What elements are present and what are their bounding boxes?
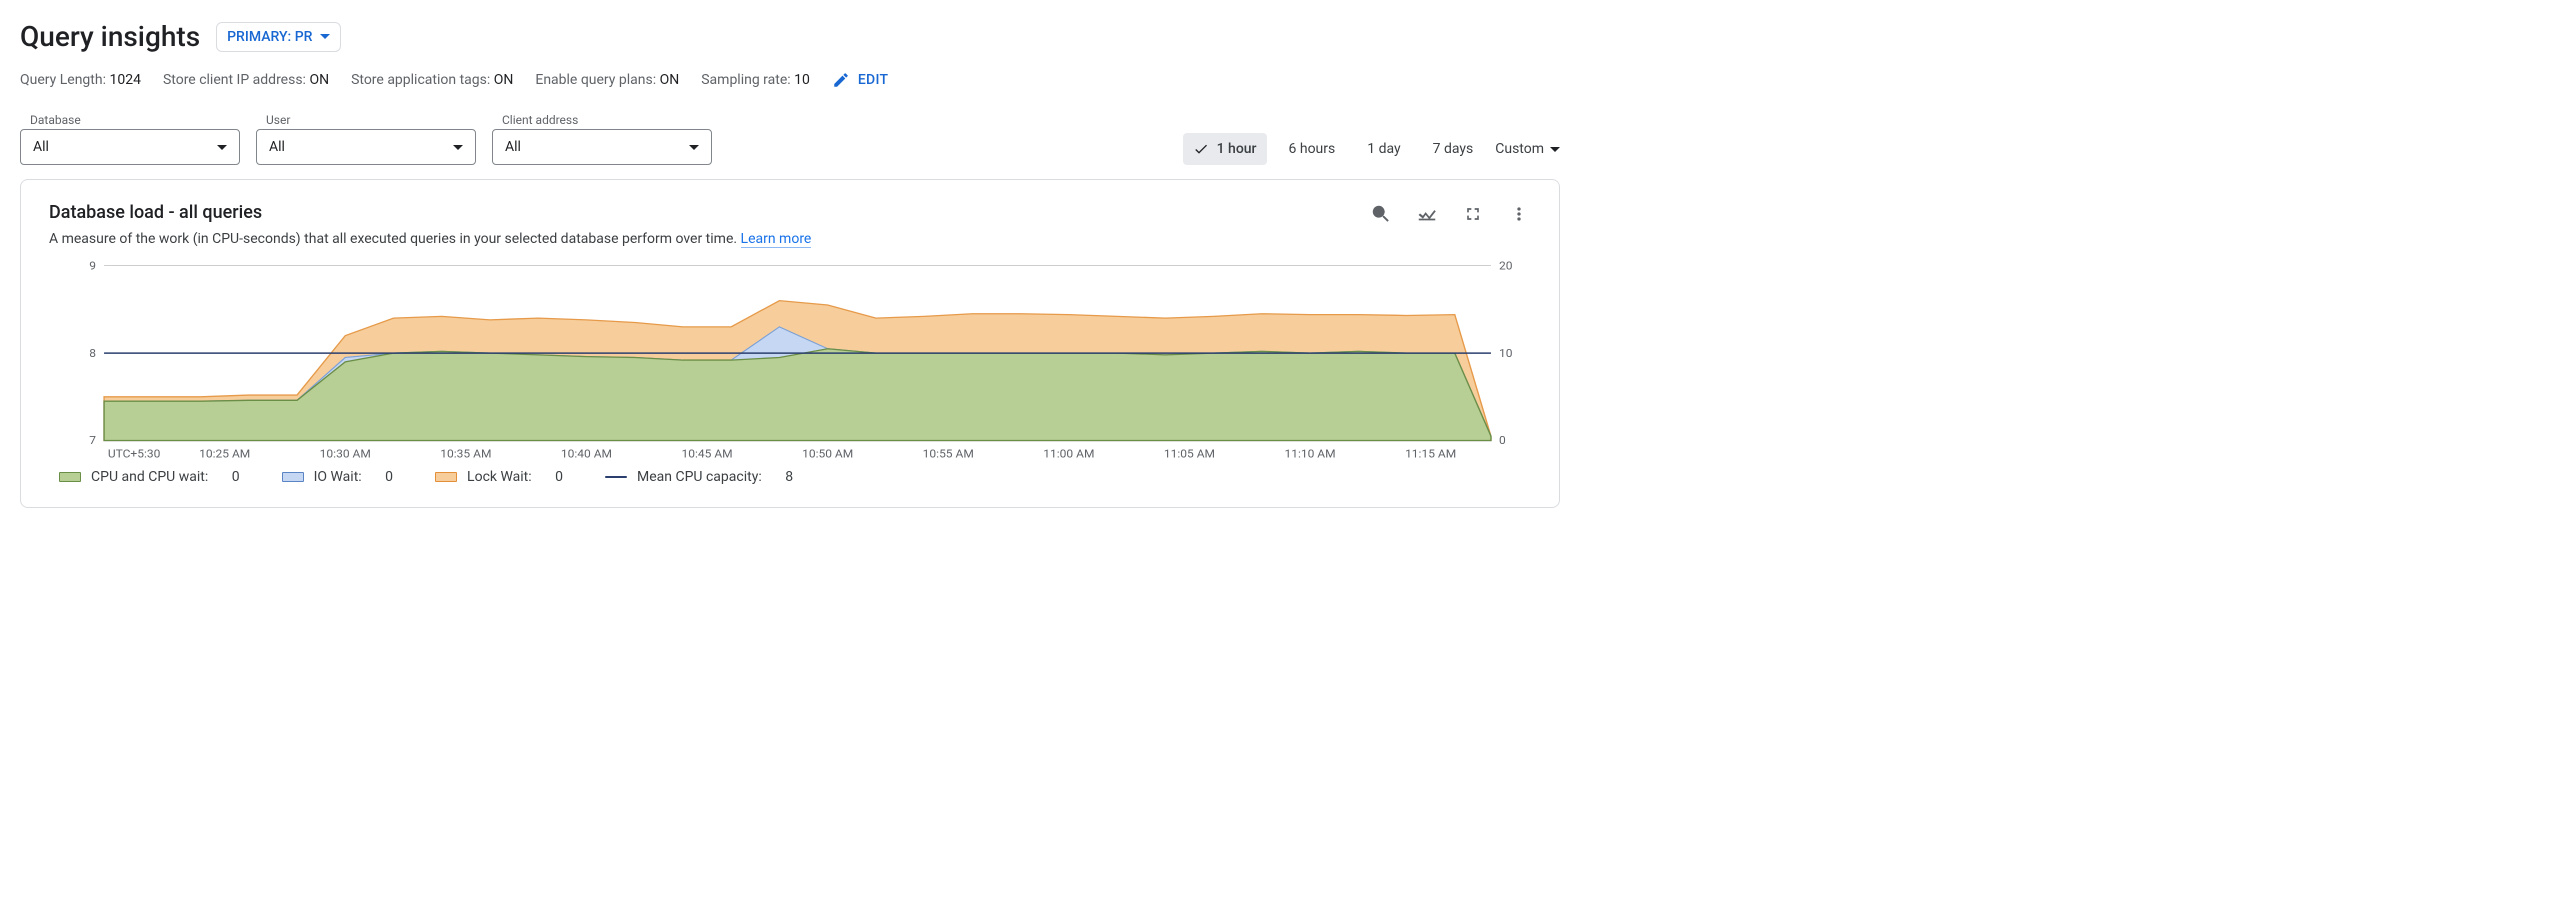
edit-button[interactable]: EDIT: [832, 71, 888, 89]
user-filter-label: User: [256, 113, 476, 127]
legend-icon: [1416, 203, 1438, 225]
time-range-1day[interactable]: 1 day: [1357, 133, 1410, 165]
chevron-down-icon: [217, 145, 227, 150]
svg-text:UTC+5:30: UTC+5:30: [108, 447, 161, 460]
store-ip-label: Store client IP address:: [163, 72, 306, 88]
edit-label: EDIT: [858, 72, 888, 88]
time-range-custom-label: Custom: [1495, 141, 1544, 157]
svg-text:10:25 AM: 10:25 AM: [199, 447, 250, 460]
database-filter-value: All: [33, 139, 49, 155]
swatch-icon: [435, 472, 457, 482]
database-load-chart: 7 8 9 0 10 20 10:25 AM 10:30 AM 10:35 AM 10:40 AM…: [49, 261, 1531, 461]
legend-io-value: 0: [385, 469, 393, 485]
svg-text:10:30 AM: 10:30 AM: [320, 447, 371, 460]
swatch-icon: [605, 476, 627, 478]
swatch-icon: [59, 472, 81, 482]
legend-io-label: IO Wait:: [314, 469, 362, 485]
chevron-down-icon: [320, 34, 330, 39]
svg-text:10:40 AM: 10:40 AM: [561, 447, 612, 460]
store-ip-value: ON: [309, 72, 329, 88]
user-filter-value: All: [269, 139, 285, 155]
chevron-down-icon: [1550, 147, 1560, 152]
svg-text:11:00 AM: 11:00 AM: [1043, 447, 1094, 460]
legend-lock[interactable]: Lock Wait: 0: [435, 469, 563, 485]
legend-lock-label: Lock Wait:: [467, 469, 532, 485]
database-filter[interactable]: All: [20, 129, 240, 165]
sampling-label: Sampling rate:: [701, 72, 790, 88]
chevron-down-icon: [453, 145, 463, 150]
database-load-card: Database load - all queries A measure of…: [20, 179, 1560, 508]
legend-mean[interactable]: Mean CPU capacity: 8: [605, 469, 793, 485]
store-tags-value: ON: [494, 72, 514, 88]
query-length-label: Query Length:: [20, 72, 106, 88]
query-plans-value: ON: [660, 72, 680, 88]
check-icon: [1193, 141, 1209, 157]
legend-mean-value: 8: [785, 469, 793, 485]
more-options-button[interactable]: [1507, 202, 1531, 226]
chart-legend: CPU and CPU wait: 0 IO Wait: 0 Lock Wait…: [49, 469, 1531, 485]
legend-mean-label: Mean CPU capacity:: [637, 469, 762, 485]
chart-description: A measure of the work (in CPU-seconds) t…: [49, 231, 811, 247]
svg-text:10:55 AM: 10:55 AM: [923, 447, 974, 460]
time-range-custom[interactable]: Custom: [1495, 141, 1560, 157]
time-range-selector: 1 hour 6 hours 1 day 7 days Custom: [1183, 133, 1560, 165]
more-vert-icon: [1509, 204, 1529, 224]
svg-text:10:50 AM: 10:50 AM: [802, 447, 853, 460]
client-filter-label: Client address: [492, 113, 712, 127]
svg-text:8: 8: [89, 346, 96, 359]
svg-text:0: 0: [1499, 434, 1506, 447]
sampling-value: 10: [794, 72, 810, 88]
svg-text:7: 7: [89, 434, 96, 447]
svg-text:10:35 AM: 10:35 AM: [440, 447, 491, 460]
svg-text:9: 9: [89, 261, 96, 272]
svg-text:20: 20: [1499, 261, 1512, 272]
legend-cpu-label: CPU and CPU wait:: [91, 469, 208, 485]
pencil-icon: [832, 71, 850, 89]
swatch-icon: [282, 472, 304, 482]
legend-lock-value: 0: [555, 469, 563, 485]
svg-text:11:15 AM: 11:15 AM: [1405, 447, 1456, 460]
page-title: Query insights: [20, 20, 200, 53]
svg-text:11:05 AM: 11:05 AM: [1164, 447, 1215, 460]
fullscreen-icon: [1463, 204, 1483, 224]
time-range-1hour[interactable]: 1 hour: [1183, 133, 1267, 165]
chevron-down-icon: [689, 145, 699, 150]
store-tags-label: Store application tags:: [351, 72, 490, 88]
svg-text:11:10 AM: 11:10 AM: [1284, 447, 1335, 460]
client-filter-value: All: [505, 139, 521, 155]
legend-toggle-button[interactable]: [1415, 202, 1439, 226]
svg-text:10: 10: [1499, 346, 1512, 359]
refresh-zoom-icon: [1370, 203, 1392, 225]
instance-selector[interactable]: PRIMARY: PR: [216, 22, 341, 52]
fullscreen-button[interactable]: [1461, 202, 1485, 226]
instance-selector-label: PRIMARY: PR: [227, 29, 312, 45]
legend-io[interactable]: IO Wait: 0: [282, 469, 393, 485]
svg-text:10:45 AM: 10:45 AM: [681, 447, 732, 460]
learn-more-link[interactable]: Learn more: [741, 231, 812, 248]
user-filter[interactable]: All: [256, 129, 476, 165]
query-length-value: 1024: [109, 72, 140, 88]
settings-summary: Query Length: 1024 Store client IP addre…: [20, 71, 1560, 89]
time-range-7days[interactable]: 7 days: [1423, 133, 1484, 165]
legend-cpu[interactable]: CPU and CPU wait: 0: [59, 469, 240, 485]
legend-cpu-value: 0: [232, 469, 240, 485]
time-range-label: 1 hour: [1217, 141, 1257, 157]
query-plans-label: Enable query plans:: [535, 72, 656, 88]
reset-zoom-button[interactable]: [1369, 202, 1393, 226]
chart-title: Database load - all queries: [49, 202, 811, 223]
database-filter-label: Database: [20, 113, 240, 127]
client-filter[interactable]: All: [492, 129, 712, 165]
time-range-6hours[interactable]: 6 hours: [1279, 133, 1346, 165]
